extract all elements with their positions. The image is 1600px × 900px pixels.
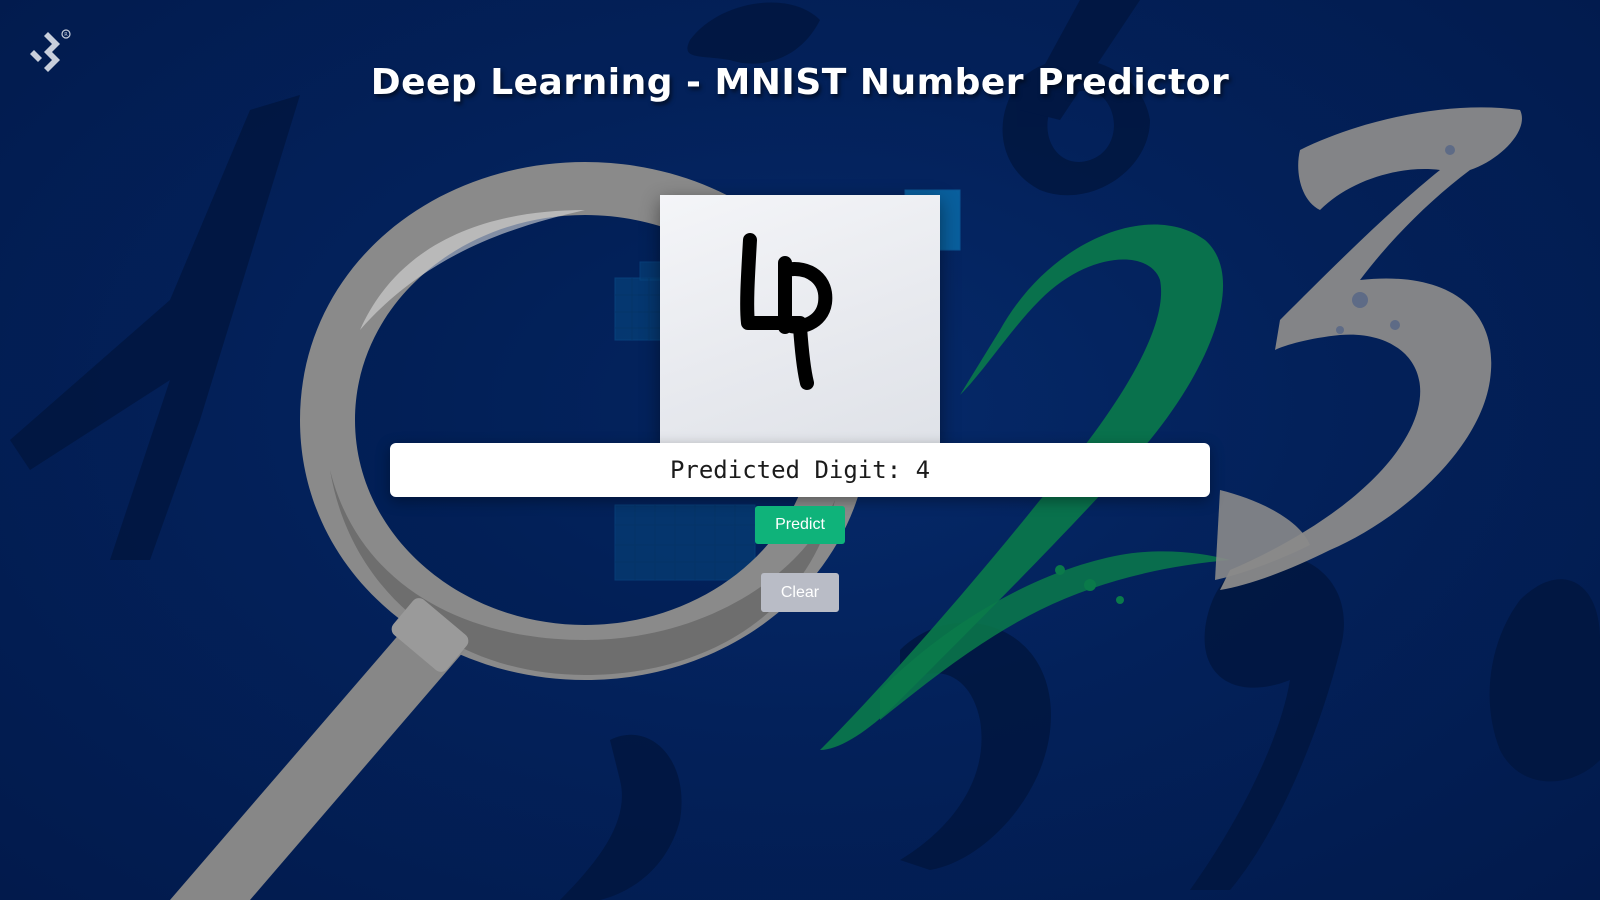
- predict-button[interactable]: Predict: [755, 506, 845, 544]
- prediction-label: Predicted Digit:: [669, 456, 916, 484]
- registered-mark: R: [64, 32, 68, 38]
- clear-button[interactable]: Clear: [761, 573, 839, 612]
- prediction-value: 4: [915, 456, 931, 484]
- prediction-result: Predicted Digit: 4: [390, 443, 1210, 497]
- drawn-digit-stroke: [740, 233, 833, 390]
- drawing-canvas[interactable]: [660, 195, 940, 443]
- gray-digit-decoration: [1215, 107, 1522, 591]
- page-title: Deep Learning - MNIST Number Predictor: [370, 62, 1230, 103]
- app-stage: R Deep Learning - MNIST Number Predictor…: [0, 0, 1600, 900]
